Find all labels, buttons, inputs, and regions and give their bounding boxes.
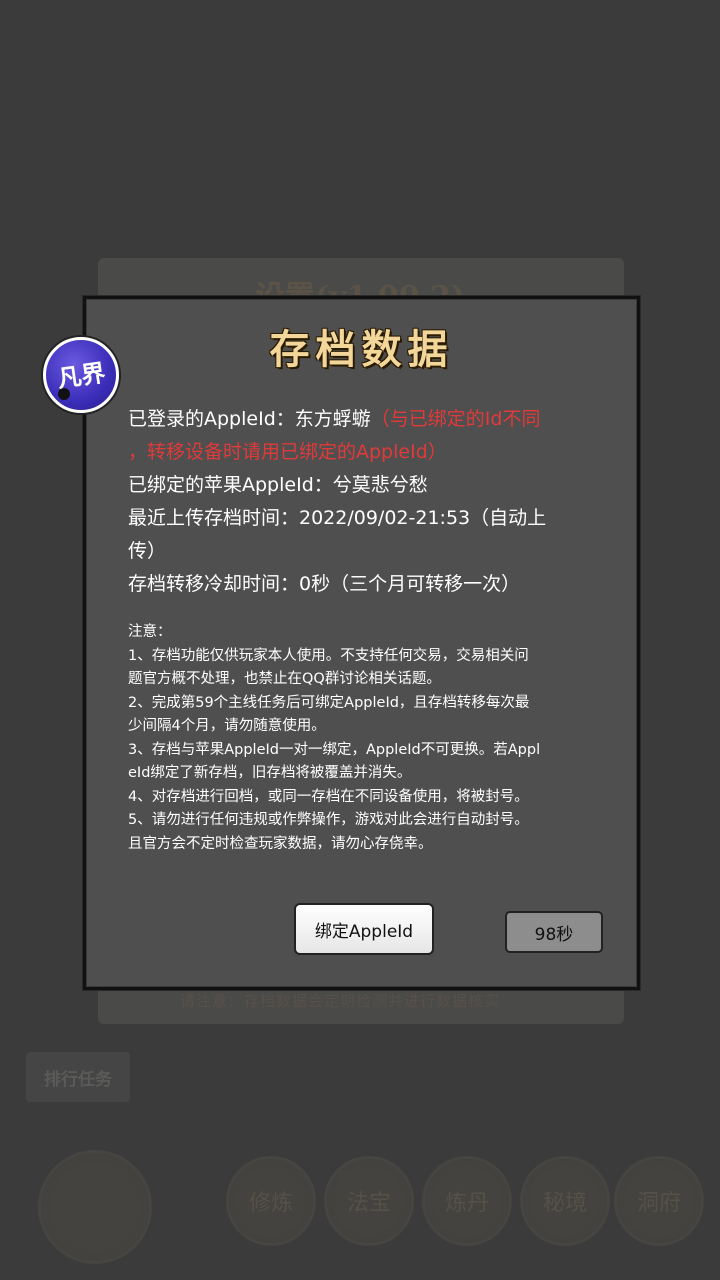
background-circle-4: 秘境	[520, 1156, 610, 1246]
save-data-dialog: 存档数据 已登录的AppleId：东方蜉蝣（与已绑定的Id不同 ，转移设备时请用…	[83, 296, 640, 990]
notice-line: 且官方会不定时检查玩家数据，请勿心存侥幸。	[128, 835, 433, 852]
notice-line: 少间隔4个月，请勿随意使用。	[128, 718, 326, 734]
circle-label: 修炼	[248, 1191, 293, 1216]
circle-label: 炼丹	[444, 1191, 489, 1216]
dialog-title: 存档数据	[269, 326, 454, 373]
logged-in-label: 已登录的AppleId：	[128, 408, 295, 430]
logged-in-warning: （与已绑定的Id不同	[370, 408, 541, 430]
last-upload-line-cont: 传）	[128, 540, 167, 562]
notice-line: 题官方概不处理，也禁止在QQ群讨论相关话题。	[128, 671, 441, 687]
bind-apple-id-button[interactable]: 绑定AppleId	[294, 903, 434, 955]
logged-in-warning-cont: ，转移设备时请用已绑定的AppleId）	[128, 441, 447, 463]
avatar: 凡界	[43, 337, 119, 413]
background-circle-3: 炼丹	[422, 1156, 512, 1246]
transfer-cooldown-line: 存档转移冷却时间：0秒（三个月可转移一次）	[128, 573, 521, 595]
logged-in-line: 已登录的AppleId：东方蜉蝣（与已绑定的Id不同	[128, 403, 598, 436]
background-ranking-button: 排行任务	[26, 1052, 130, 1102]
notice-line: eId绑定了新存档，旧存档将被覆盖并消失。	[128, 765, 412, 781]
avatar-text: 凡界	[55, 357, 108, 394]
logged-in-value: 东方蜉蝣	[294, 408, 371, 430]
notice-line: 3、存档与苹果AppleId一对一绑定，AppleId不可更换。若Appl	[128, 741, 541, 758]
background-hint: 请注意：存档数据会定期检测并进行数据核实	[180, 992, 501, 1010]
screen: 设置(v1.00.2) 请注意：存档数据会定期检测并进行数据核实 排行任务 修炼…	[0, 0, 720, 1280]
bound-apple-id-line: 已绑定的苹果AppleId：兮莫悲兮愁	[128, 474, 428, 496]
notice-text: 注意： 1、存档功能仅供玩家本人使用。不支持任何交易，交易相关问 题官方概不处理…	[128, 621, 598, 856]
background-circle-5: 洞府	[614, 1156, 704, 1246]
background-circle-1: 修炼	[226, 1156, 316, 1246]
circle-label: 洞府	[636, 1191, 681, 1216]
countdown-close-button[interactable]: 98秒	[505, 911, 603, 953]
gourd-icon	[58, 388, 70, 400]
background-circle-2: 法宝	[324, 1156, 414, 1246]
circle-label: 秘境	[542, 1191, 587, 1216]
notice-line: 5、请勿进行任何违规或作弊操作，游戏对此会进行自动封号。	[128, 812, 529, 828]
notice-line: 注意：	[128, 624, 172, 640]
background-main-circle	[38, 1150, 152, 1264]
notice-line: 4、对存档进行回档，或同一存档在不同设备使用，将被封号。	[128, 788, 529, 805]
last-upload-line: 最近上传存档时间：2022/09/02-21:53（自动上	[128, 507, 547, 529]
circle-label: 法宝	[346, 1191, 391, 1216]
notice-line: 2、完成第59个主线任务后可绑定AppleId，且存档转移每次最	[128, 694, 530, 711]
notice-line: 1、存档功能仅供玩家本人使用。不支持任何交易，交易相关问	[128, 647, 529, 664]
account-info: 已登录的AppleId：东方蜉蝣（与已绑定的Id不同 ，转移设备时请用已绑定的A…	[128, 403, 598, 601]
